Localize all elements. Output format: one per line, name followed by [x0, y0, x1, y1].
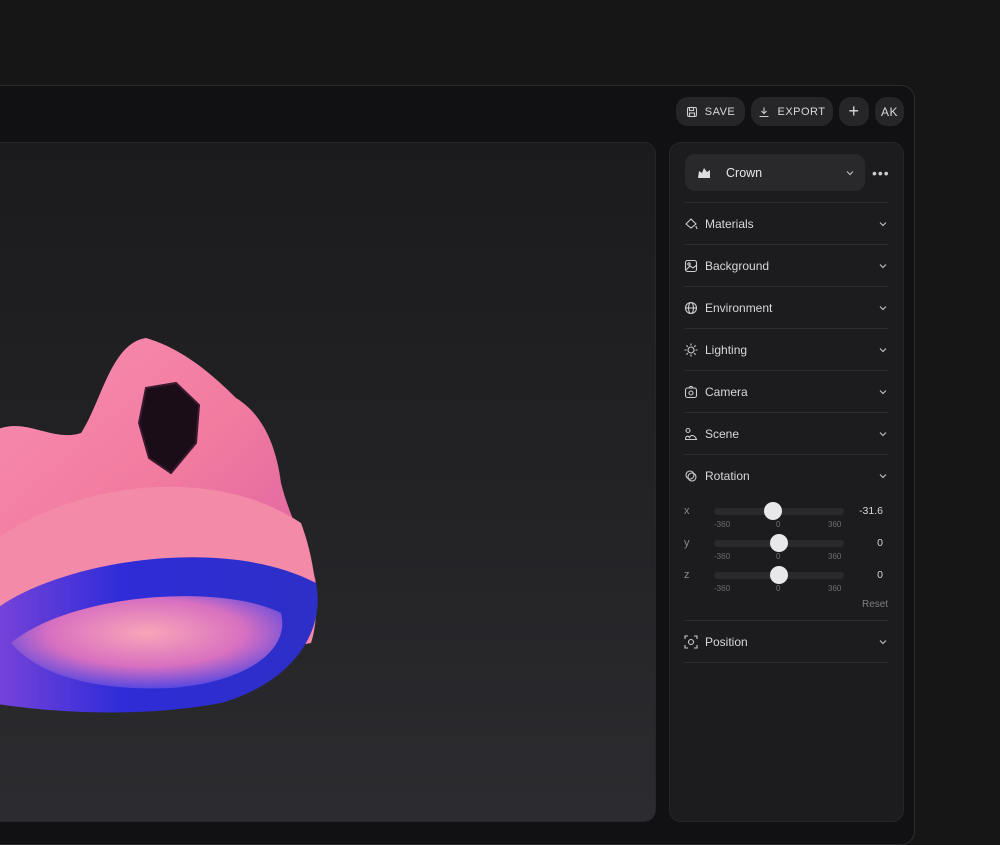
rotation-x-value[interactable]: -31.6: [840, 505, 883, 517]
slider-thumb[interactable]: [770, 566, 788, 584]
section-materials[interactable]: Materials: [684, 202, 888, 244]
focus-icon: [684, 634, 698, 649]
crown-thumbnail: [689, 158, 719, 188]
chevron-down-icon: [879, 305, 887, 310]
download-icon: [759, 107, 769, 117]
save-label: SAVE: [704, 105, 736, 118]
rotation-y-value[interactable]: 0: [840, 537, 883, 549]
chevron-down-icon: [879, 473, 887, 478]
axis-label: x: [684, 505, 690, 517]
slider-tick-label: 360: [828, 552, 842, 561]
avatar[interactable]: AK: [875, 97, 904, 126]
camera-icon: [684, 385, 698, 398]
slider-tick-label: -360: [714, 552, 731, 561]
axis-label: y: [684, 537, 690, 549]
section-label: Background: [705, 258, 770, 273]
chevron-down-icon: [879, 639, 887, 644]
export-label: EXPORT: [777, 105, 826, 118]
chevron-down-icon: [879, 263, 887, 268]
section-label: Materials: [705, 216, 754, 231]
slider-tick-label: 360: [828, 520, 842, 529]
section-label: Scene: [705, 426, 740, 441]
chevron-down-icon: [879, 221, 887, 226]
slider-tick-label: 360: [828, 584, 842, 593]
sun-icon: [684, 343, 698, 356]
slider-tick-label: -360: [714, 584, 731, 593]
section-label: Lighting: [705, 342, 748, 357]
axis-label: z: [684, 569, 690, 581]
section-position[interactable]: Position: [684, 620, 888, 662]
export-button[interactable]: EXPORT: [751, 97, 833, 126]
image-icon: [684, 259, 698, 272]
save-icon: [686, 106, 697, 117]
slider-tick-label: -360: [714, 520, 731, 529]
section-label: Camera: [705, 384, 748, 399]
section-scene[interactable]: Scene: [684, 412, 888, 454]
chevron-down-icon: [879, 347, 887, 352]
add-button[interactable]: +: [839, 97, 869, 126]
rotation-x-slider[interactable]: [714, 502, 844, 520]
section-background[interactable]: Background: [684, 244, 888, 286]
section-label: Position: [705, 634, 748, 649]
avatar-initials: AK: [880, 104, 898, 119]
rotate-icon: [685, 469, 697, 482]
slider-tick-label: 0: [776, 552, 781, 561]
section-label: Environment: [705, 300, 773, 315]
more-options-icon[interactable]: •••: [872, 165, 890, 181]
scene-icon: [684, 427, 698, 440]
object-selector[interactable]: Crown: [685, 154, 865, 191]
save-button[interactable]: SAVE: [676, 97, 745, 126]
rotation-z-slider[interactable]: [714, 566, 844, 584]
object-name: Crown: [726, 165, 763, 180]
slider-thumb[interactable]: [770, 534, 788, 552]
globe-icon: [684, 301, 698, 314]
slider-tick-label: 0: [776, 520, 781, 529]
chevron-down-icon: [879, 431, 887, 436]
slider-tick-label: 0: [776, 584, 781, 593]
crown-model: [0, 338, 318, 713]
section-rotation[interactable]: Rotation: [684, 454, 888, 496]
section-lighting[interactable]: Lighting: [684, 328, 888, 370]
section-camera[interactable]: Camera: [684, 370, 888, 412]
chevron-down-icon: [846, 170, 854, 175]
rotation-z-value[interactable]: 0: [840, 569, 883, 581]
rotation-y-slider[interactable]: [714, 534, 844, 552]
chevron-down-icon: [879, 389, 887, 394]
paint-bucket-icon: [685, 217, 698, 229]
section-environment[interactable]: Environment: [684, 286, 888, 328]
reset-rotation-button[interactable]: Reset: [862, 599, 888, 610]
3d-viewport[interactable]: [0, 142, 656, 822]
section-label: Rotation: [705, 468, 750, 483]
plus-icon: +: [848, 101, 860, 121]
divider: [684, 662, 888, 663]
